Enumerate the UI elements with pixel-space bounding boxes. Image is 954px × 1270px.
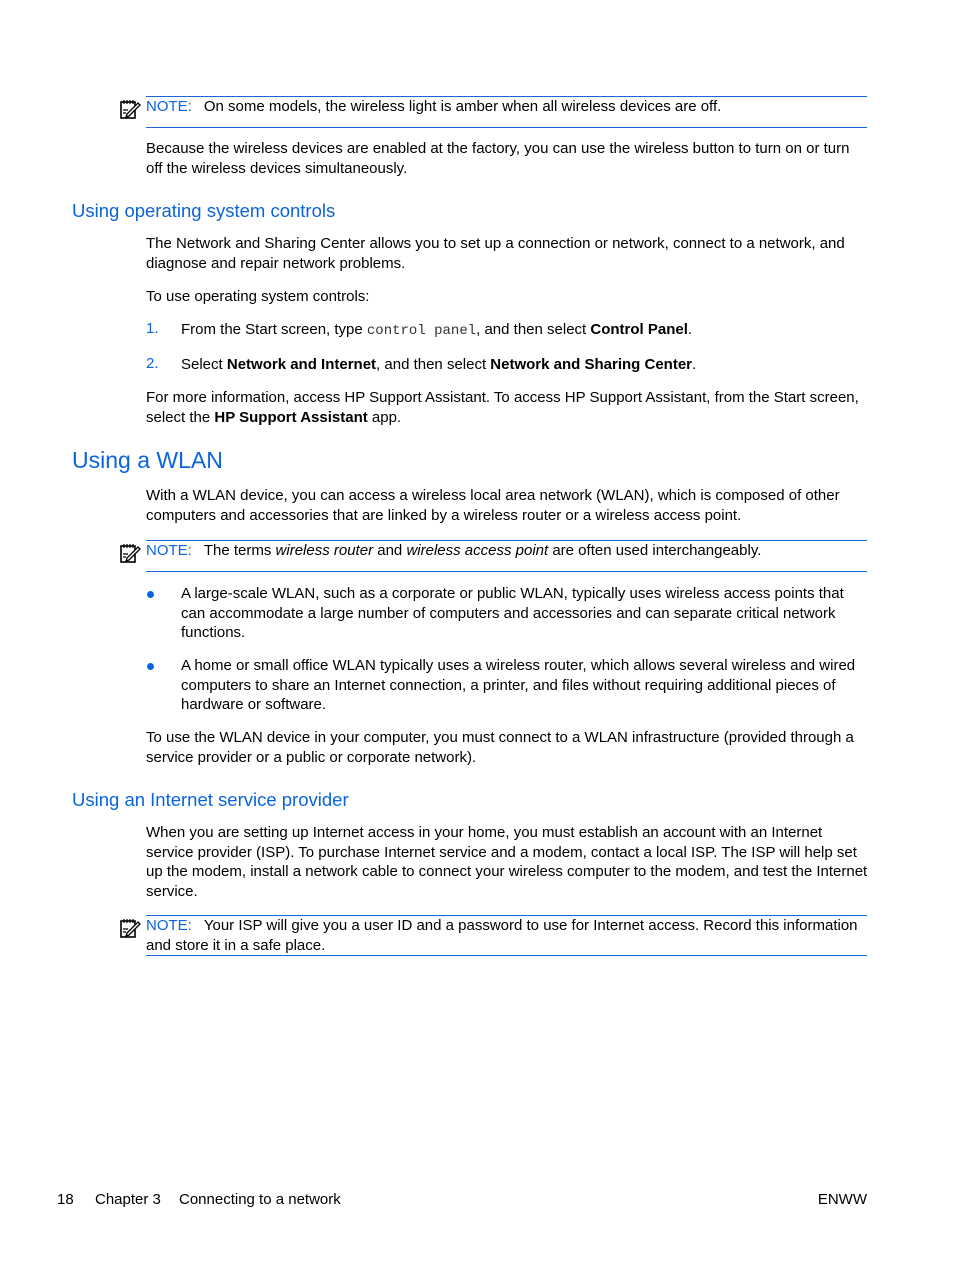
locale-code: ENWW (817, 1191, 867, 1208)
section-heading: Using an Internet service provider (72, 789, 349, 810)
paragraph: When you are setting up Internet access … (146, 824, 868, 900)
ui-label: Network and Sharing Center (490, 356, 692, 373)
bullet-icon (147, 663, 154, 670)
note-text: and (373, 542, 407, 559)
term: wireless access point (406, 542, 549, 559)
paragraph: With a WLAN device, you can access a wir… (146, 487, 840, 524)
paragraph: Because the wireless devices are enabled… (146, 140, 850, 177)
ui-label: HP Support Assistant (214, 408, 368, 426)
chapter-title: Connecting to a network (179, 1191, 341, 1208)
note-box: NOTE: Your ISP will give you a user ID an… (120, 915, 867, 956)
note-label: NOTE: (146, 542, 192, 559)
list-item: A home or small office WLAN typically us… (181, 657, 856, 713)
paragraph: To use the WLAN device in your computer,… (146, 729, 854, 766)
note-icon (120, 919, 141, 938)
note-icon (120, 544, 141, 563)
paragraph: To use operating system controls: (146, 288, 370, 305)
code-text: control panel (366, 323, 477, 339)
step-text-part: From the Start screen, type (181, 321, 367, 338)
note-icon (120, 100, 141, 119)
ui-label: Network and Internet (226, 356, 377, 373)
step-text-part: Select (181, 356, 227, 373)
page-number: 18 (57, 1191, 74, 1208)
paragraph: The Network and Sharing Center allows yo… (146, 235, 845, 272)
chapter-label: Chapter 3 (95, 1191, 161, 1208)
bullet-icon (147, 591, 154, 598)
ui-label: Control Panel (590, 321, 688, 338)
note-label: NOTE: (146, 98, 192, 115)
note-text: On some models, the wireless light is am… (203, 98, 722, 115)
step-text-part: , and then select (376, 356, 491, 373)
note-box: NOTE: On some models, the wireless light … (120, 96, 867, 128)
section-heading: Using a WLAN (72, 447, 223, 473)
note-label: NOTE: (146, 917, 192, 934)
step-number: 1. (146, 320, 159, 337)
paragraph: For more information, access HP Support … (146, 388, 868, 427)
step-text-part: . (692, 356, 697, 373)
step-number: 2. (146, 355, 159, 372)
step-text: From the Start screen, type control pane… (181, 320, 869, 342)
term: wireless router (275, 542, 374, 559)
note-box: NOTE: The terms wireless router and wirel… (120, 540, 867, 572)
paragraph-part: app. (367, 408, 402, 426)
step-text: Select Network and Internet, and then se… (181, 355, 869, 375)
note-text: Your ISP will give you a user ID and a p… (146, 917, 858, 954)
step-text-part: , and then select (476, 321, 591, 338)
list-item: A large-scale WLAN, such as a corporate … (181, 585, 844, 641)
note-text: The terms (203, 542, 276, 559)
note-text: are often used interchangeably. (548, 542, 762, 559)
section-heading: Using operating system controls (72, 200, 336, 221)
step-text-part: . (687, 321, 693, 338)
